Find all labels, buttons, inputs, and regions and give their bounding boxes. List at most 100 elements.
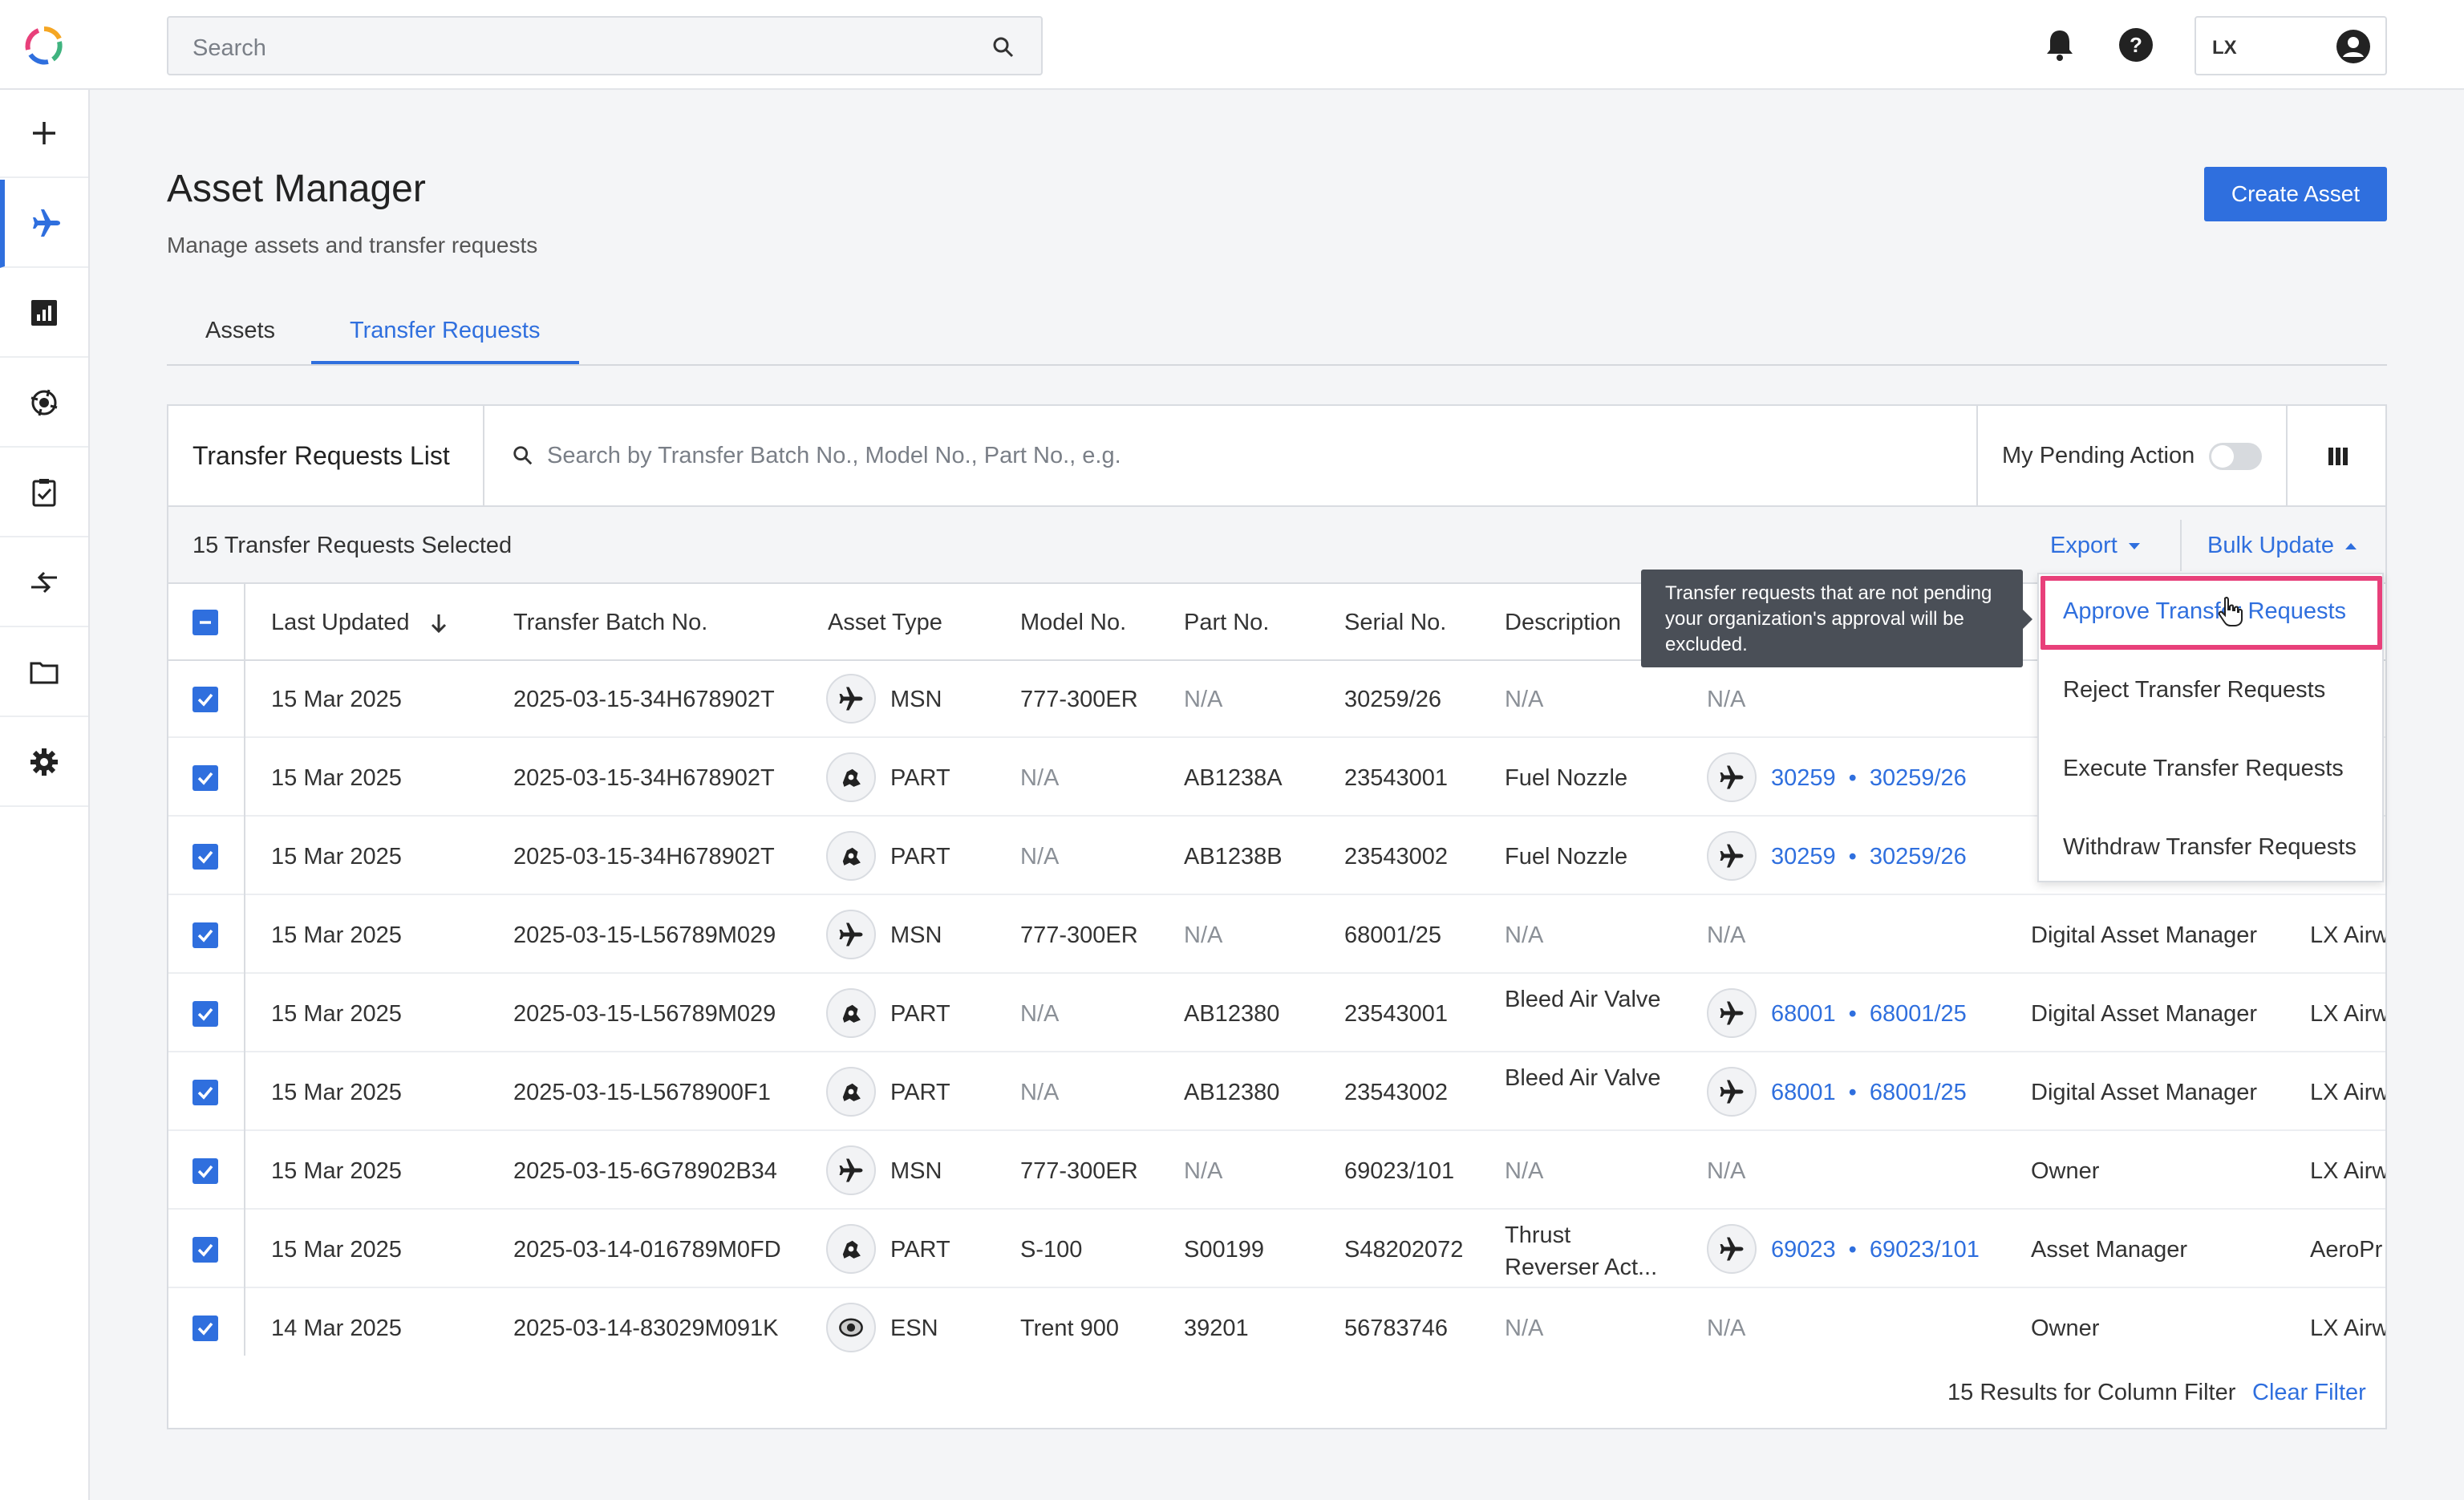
cell-description: N/A bbox=[1505, 687, 1544, 712]
row-checkbox[interactable] bbox=[192, 844, 218, 870]
cell-asset-type: ESN bbox=[890, 1316, 938, 1341]
cell-model: S-100 bbox=[1020, 1237, 1083, 1263]
checkmark-icon bbox=[197, 772, 213, 785]
parent-msn-link[interactable]: 68001 bbox=[1771, 1080, 1836, 1105]
global-search-input[interactable]: Search bbox=[167, 16, 1043, 75]
parent-msn-link[interactable]: 69023 bbox=[1771, 1237, 1836, 1263]
sidebar-item-assets[interactable] bbox=[0, 180, 88, 268]
cell-last-updated: 14 Mar 2025 bbox=[271, 1316, 402, 1341]
table-row[interactable]: 15 Mar 2025 2025-03-15-L56789M029 MSN 777-3… bbox=[168, 897, 2385, 974]
row-checkbox[interactable] bbox=[192, 687, 218, 712]
cell-serial: 23543002 bbox=[1344, 1080, 1449, 1105]
sidebar-item-tasks[interactable] bbox=[0, 449, 88, 537]
cell-part: N/A bbox=[1184, 1158, 1223, 1184]
search-icon[interactable] bbox=[991, 35, 1015, 59]
card-header: Transfer Requests List Search by Transfe… bbox=[168, 406, 2385, 507]
parent-serial-link[interactable]: 30259/26 bbox=[1870, 765, 1967, 791]
row-checkbox[interactable] bbox=[192, 765, 218, 791]
row-checkbox[interactable] bbox=[192, 922, 218, 948]
cell-role: Owner bbox=[2031, 1316, 2100, 1341]
top-bar: Search ? LX bbox=[0, 0, 2464, 90]
clipboard-check-icon bbox=[32, 479, 56, 507]
table-row[interactable]: 14 Mar 2025 2025-03-14-83029M091K ESN Trent… bbox=[168, 1290, 2385, 1356]
cell-model: N/A bbox=[1020, 1001, 1060, 1027]
divider bbox=[2180, 520, 2182, 571]
table-row[interactable]: 15 Mar 2025 2025-03-15-L5678900F1 PART N/A A… bbox=[168, 1054, 2385, 1131]
chart-icon bbox=[31, 300, 57, 326]
table-row[interactable]: 15 Mar 2025 2025-03-15-L56789M029 PART N/A A… bbox=[168, 975, 2385, 1052]
parent-serial-link[interactable]: 68001/25 bbox=[1870, 1080, 1967, 1105]
column-header-model[interactable]: Model No. bbox=[1020, 610, 1126, 636]
sidebar-item-transfers[interactable] bbox=[0, 539, 88, 627]
column-header-batch[interactable]: Transfer Batch No. bbox=[513, 610, 707, 636]
cell-parent-asset: 68001 • 68001/25 bbox=[1771, 1001, 1967, 1028]
columns-icon[interactable] bbox=[2324, 443, 2352, 470]
cell-parent-asset: N/A bbox=[1707, 1316, 1746, 1341]
notification-bell-icon[interactable] bbox=[2044, 27, 2076, 63]
help-icon[interactable]: ? bbox=[2118, 27, 2154, 63]
table-row[interactable]: 15 Mar 2025 2025-03-14-016789M0FD PART S-10… bbox=[168, 1211, 2385, 1288]
tab-transfer-requests[interactable]: Transfer Requests bbox=[350, 318, 540, 344]
row-checkbox[interactable] bbox=[192, 1001, 218, 1027]
cell-model: N/A bbox=[1020, 844, 1060, 870]
separator-dot: • bbox=[1848, 1080, 1857, 1105]
cell-serial: 56783746 bbox=[1344, 1316, 1449, 1341]
menu-item-reject[interactable]: Reject Transfer Requests bbox=[2063, 677, 2325, 703]
transfer-requests-card: Transfer Requests List Search by Transfe… bbox=[167, 404, 2387, 1429]
select-all-checkbox[interactable] bbox=[192, 610, 218, 635]
cell-description: N/A bbox=[1505, 1316, 1544, 1341]
tab-assets[interactable]: Assets bbox=[205, 318, 275, 344]
list-search-input[interactable]: Search by Transfer Batch No., Model No.,… bbox=[547, 443, 1121, 469]
column-header-description[interactable]: Description bbox=[1505, 610, 1621, 636]
cell-serial: 23543001 bbox=[1344, 1001, 1449, 1027]
cell-part: AB1238A bbox=[1184, 765, 1283, 791]
column-header-last-updated[interactable]: Last Updated bbox=[271, 610, 448, 636]
separator-dot: • bbox=[1848, 1001, 1857, 1027]
parent-msn-link[interactable]: 68001 bbox=[1771, 1001, 1836, 1027]
checkbox-column-divider bbox=[244, 584, 245, 1356]
sidebar-item-create[interactable] bbox=[0, 90, 88, 178]
clear-filter-link[interactable]: Clear Filter bbox=[2252, 1380, 2366, 1406]
create-asset-button[interactable]: Create Asset bbox=[2204, 167, 2387, 221]
column-header-part[interactable]: Part No. bbox=[1184, 610, 1269, 636]
cell-description: Fuel Nozzle bbox=[1505, 844, 1628, 870]
menu-item-execute[interactable]: Execute Transfer Requests bbox=[2063, 756, 2344, 782]
bulk-update-button[interactable]: Bulk Update bbox=[2207, 533, 2357, 559]
sidebar-item-settings[interactable] bbox=[0, 719, 88, 807]
cell-last-updated: 15 Mar 2025 bbox=[271, 844, 402, 870]
cell-part: N/A bbox=[1184, 922, 1223, 948]
table-footer: 15 Results for Column Filter Clear Filte… bbox=[168, 1356, 2385, 1428]
table-row[interactable]: 15 Mar 2025 2025-03-15-6G78902B34 MSN 777-3… bbox=[168, 1133, 2385, 1210]
row-checkbox[interactable] bbox=[192, 1316, 218, 1341]
export-button[interactable]: Export bbox=[2050, 533, 2140, 559]
parent-msn-link[interactable]: 30259 bbox=[1771, 844, 1836, 870]
checkmark-icon bbox=[197, 929, 213, 943]
cell-last-updated: 15 Mar 2025 bbox=[271, 687, 402, 712]
row-checkbox[interactable] bbox=[192, 1237, 218, 1263]
separator-dot: • bbox=[1848, 1237, 1857, 1263]
part-icon bbox=[826, 1067, 876, 1117]
sidebar-item-documents[interactable] bbox=[0, 629, 88, 717]
parent-serial-link[interactable]: 30259/26 bbox=[1870, 844, 1967, 870]
cell-organization: LX Airw bbox=[2310, 1001, 2385, 1027]
parent-msn-link[interactable]: 30259 bbox=[1771, 765, 1836, 791]
sidebar-item-engines[interactable] bbox=[0, 359, 88, 448]
menu-item-withdraw[interactable]: Withdraw Transfer Requests bbox=[2063, 834, 2357, 861]
column-header-asset-type[interactable]: Asset Type bbox=[828, 610, 942, 636]
parent-serial-link[interactable]: 68001/25 bbox=[1870, 1001, 1967, 1027]
sort-desc-arrow-icon[interactable] bbox=[429, 612, 448, 634]
row-checkbox[interactable] bbox=[192, 1158, 218, 1184]
app-logo-icon[interactable] bbox=[24, 26, 64, 66]
account-switcher[interactable]: LX bbox=[2194, 16, 2387, 75]
pending-action-toggle[interactable] bbox=[2209, 443, 2262, 470]
cell-role: Digital Asset Manager bbox=[2031, 1080, 2258, 1105]
cell-part: AB12380 bbox=[1184, 1080, 1280, 1105]
cell-model: N/A bbox=[1020, 765, 1060, 791]
row-checkbox[interactable] bbox=[192, 1080, 218, 1105]
sidebar-item-reports[interactable] bbox=[0, 270, 88, 358]
cell-asset-type: MSN bbox=[890, 687, 942, 712]
column-header-serial[interactable]: Serial No. bbox=[1344, 610, 1446, 636]
parent-serial-link[interactable]: 69023/101 bbox=[1870, 1237, 1980, 1263]
cell-serial: 69023/101 bbox=[1344, 1158, 1455, 1184]
active-tab-indicator bbox=[311, 361, 579, 364]
